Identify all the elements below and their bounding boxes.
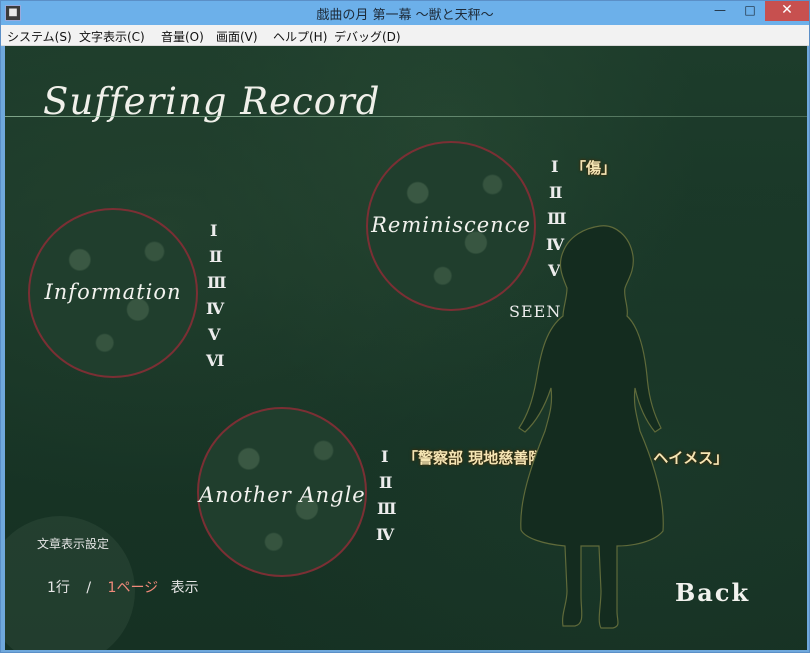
reminiscence-entry-1-title[interactable]: 「傷」 (571, 157, 616, 178)
title-divider (5, 116, 807, 117)
another-angle-circle-button[interactable]: Another Angle (197, 407, 367, 577)
information-item-4[interactable]: Ⅳ (206, 299, 224, 318)
menu-bar: システム(S) 文字表示(C) 音量(O) 画面(V) ヘルプ(H) デバッグ(… (1, 25, 809, 46)
text-settings-title: 文章表示設定 (37, 537, 110, 551)
information-item-1[interactable]: Ⅰ (210, 221, 217, 240)
another-angle-item-1[interactable]: Ⅰ (381, 447, 388, 466)
menu-volume[interactable]: 音量(O) (161, 28, 204, 45)
back-button[interactable]: Back (675, 578, 750, 607)
information-item-2[interactable]: Ⅱ (209, 247, 222, 266)
display-suffix: 表示 (170, 580, 199, 596)
reminiscence-item-1[interactable]: Ⅰ (551, 157, 558, 176)
another-angle-item-3[interactable]: Ⅲ (377, 499, 396, 518)
menu-help[interactable]: ヘルプ(H) (273, 28, 327, 45)
menu-text-display[interactable]: 文字表示(C) (79, 28, 145, 45)
minimize-button[interactable]: — (706, 1, 734, 21)
another-angle-label: Another Angle (199, 483, 366, 507)
settings-separator: / (86, 580, 92, 596)
information-circle-button[interactable]: Information (28, 208, 198, 378)
menu-debug[interactable]: デバッグ(D) (334, 28, 401, 45)
information-item-5[interactable]: Ⅴ (208, 325, 220, 344)
information-item-3[interactable]: Ⅲ (207, 273, 226, 292)
window-title: 戯曲の月 第一幕 ～獣と天秤～ (316, 8, 494, 23)
information-label: Information (44, 280, 182, 304)
another-angle-item-4[interactable]: Ⅳ (376, 525, 394, 544)
close-button[interactable]: ✕ (765, 1, 809, 21)
menu-screen[interactable]: 画面(V) (216, 28, 258, 45)
character-silhouette (518, 225, 664, 629)
lines-value[interactable]: 1行 (47, 580, 70, 596)
page-value[interactable]: 1ページ (108, 580, 159, 596)
another-angle-item-2[interactable]: Ⅱ (379, 473, 392, 492)
game-window: ■ 戯曲の月 第一幕 ～獣と天秤～ — □ ✕ システム(S) 文字表示(C) … (0, 0, 810, 653)
title-bar[interactable]: ■ 戯曲の月 第一幕 ～獣と天秤～ — □ ✕ (1, 1, 809, 25)
information-item-6[interactable]: Ⅵ (206, 351, 224, 370)
text-settings-line: 1行 / 1ページ 表示 (47, 577, 199, 597)
menu-system[interactable]: システム(S) (7, 28, 72, 45)
maximize-button[interactable]: □ (736, 1, 764, 21)
reminiscence-item-2[interactable]: Ⅱ (549, 183, 562, 202)
game-screen: Suffering Record Information Ⅰ Ⅱ Ⅲ Ⅳ Ⅴ Ⅵ… (5, 46, 807, 650)
